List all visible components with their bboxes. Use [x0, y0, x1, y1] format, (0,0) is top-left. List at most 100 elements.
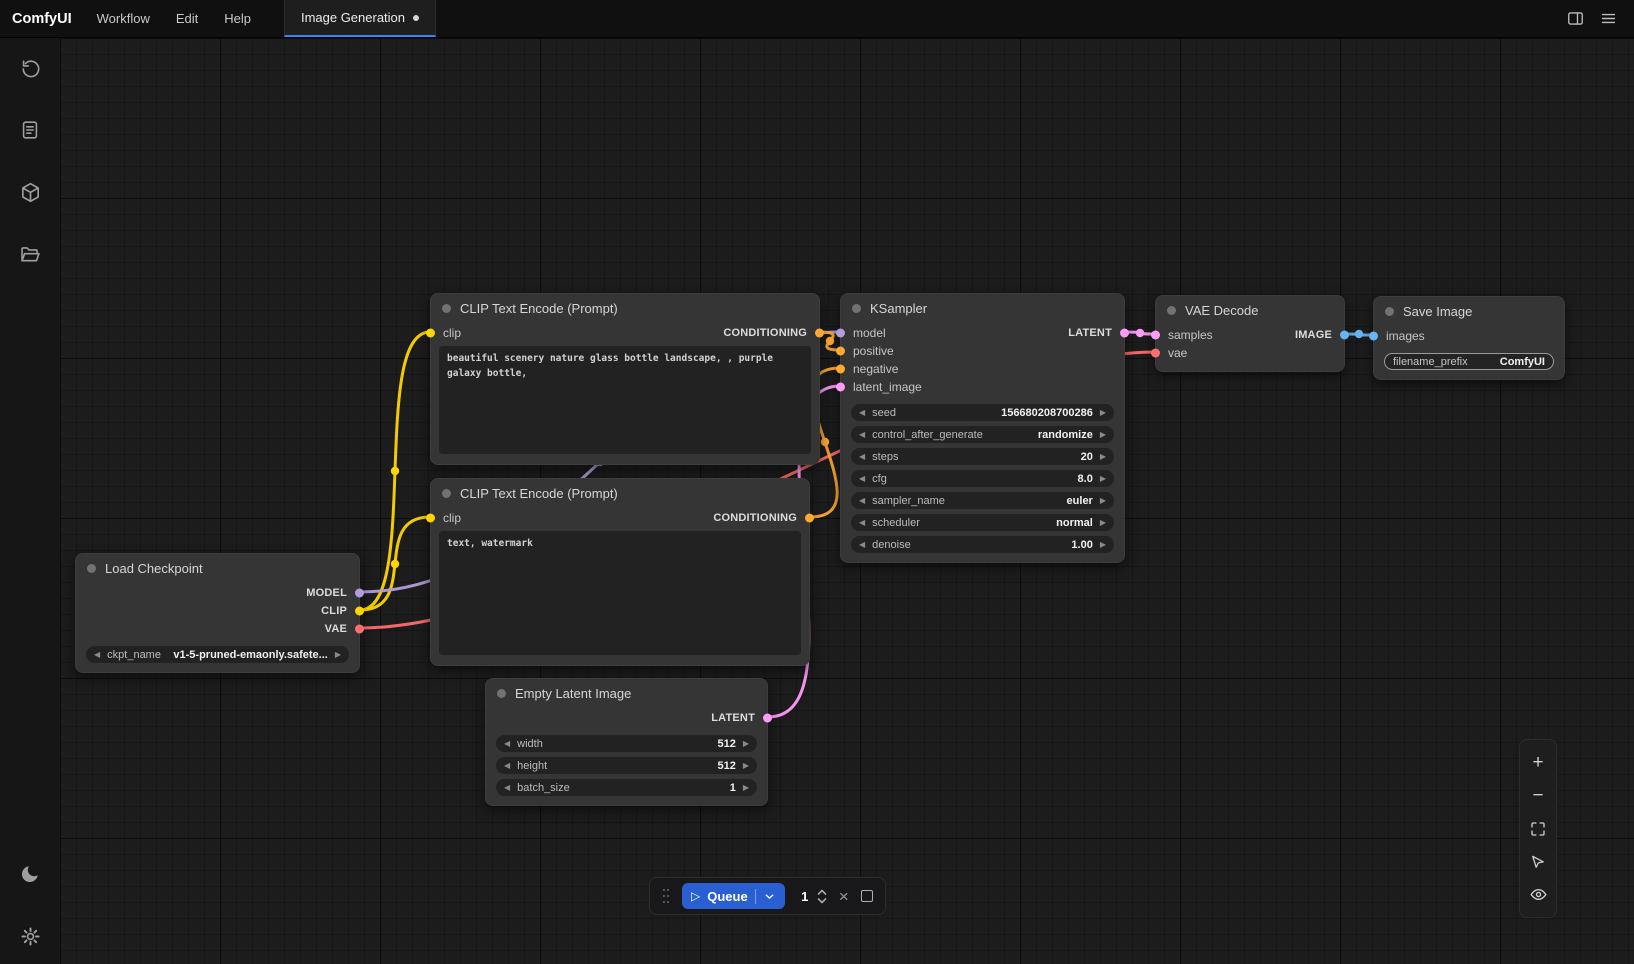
- increment-icon[interactable]: [817, 889, 827, 895]
- increment-icon[interactable]: ▶: [1100, 453, 1106, 461]
- prompt-textarea[interactable]: beautiful scenery nature glass bottle la…: [439, 346, 811, 454]
- panel-toggle-icon[interactable]: [1566, 9, 1585, 28]
- model-library-icon[interactable]: [18, 180, 42, 204]
- input-slot-latent-image[interactable]: [836, 383, 845, 392]
- settings-gear-icon[interactable]: [18, 924, 42, 948]
- menu-edit[interactable]: Edit: [165, 5, 209, 32]
- input-slot-negative[interactable]: [836, 365, 845, 374]
- increment-icon[interactable]: ▶: [1100, 519, 1106, 527]
- increment-icon[interactable]: ▶: [743, 784, 749, 792]
- node-header[interactable]: CLIP Text Encode (Prompt): [431, 294, 819, 322]
- widget-height[interactable]: ◀ height 512 ▶: [496, 757, 757, 774]
- node-header[interactable]: Empty Latent Image: [486, 679, 767, 707]
- widget-seed[interactable]: ◀ seed 156680208700286 ▶: [851, 404, 1114, 421]
- decrement-icon[interactable]: ◀: [504, 762, 510, 770]
- node-load-checkpoint[interactable]: Load Checkpoint MODEL CLIP VAE ◀ ckpt_na…: [75, 553, 360, 673]
- collapse-icon[interactable]: [497, 689, 506, 698]
- widget-filename-prefix[interactable]: filename_prefix ComfyUI: [1384, 353, 1554, 370]
- node-ksampler[interactable]: KSampler model LATENT positive negative …: [840, 293, 1125, 563]
- decrement-icon[interactable]: ◀: [859, 475, 865, 483]
- widget-scheduler[interactable]: ◀ scheduler normal ▶: [851, 514, 1114, 531]
- increment-icon[interactable]: ▶: [1100, 475, 1106, 483]
- node-clip-text-encode-negative[interactable]: CLIP Text Encode (Prompt) clip CONDITION…: [430, 478, 810, 666]
- input-slot-positive[interactable]: [836, 347, 845, 356]
- node-header[interactable]: VAE Decode: [1156, 296, 1344, 324]
- node-empty-latent-image[interactable]: Empty Latent Image LATENT ◀ width 512 ▶ …: [485, 678, 768, 806]
- decrement-icon[interactable]: ◀: [859, 431, 865, 439]
- node-library-icon[interactable]: [18, 118, 42, 142]
- workflows-folder-icon[interactable]: [18, 242, 42, 266]
- widget-steps[interactable]: ◀ steps 20 ▶: [851, 448, 1114, 465]
- increment-icon[interactable]: ▶: [743, 740, 749, 748]
- decrement-icon[interactable]: ◀: [504, 740, 510, 748]
- collapse-icon[interactable]: [1385, 307, 1394, 316]
- tab-image-generation[interactable]: Image Generation: [284, 0, 436, 37]
- batch-count-value[interactable]: 1: [797, 889, 813, 904]
- collapse-icon[interactable]: [87, 564, 96, 573]
- widget-ckpt-name[interactable]: ◀ ckpt_name v1-5-pruned-emaonly.safete..…: [86, 646, 349, 663]
- fit-view-button[interactable]: [1521, 812, 1555, 845]
- input-slot-clip[interactable]: [426, 329, 435, 338]
- zoom-in-button[interactable]: +: [1521, 746, 1555, 779]
- decrement-icon[interactable]: ◀: [859, 453, 865, 461]
- history-icon[interactable]: [18, 56, 42, 80]
- decrement-icon[interactable]: ◀: [859, 519, 865, 527]
- drag-handle-icon[interactable]: [662, 887, 670, 905]
- prompt-textarea[interactable]: text, watermark: [439, 531, 801, 655]
- widget-denoise[interactable]: ◀ denoise 1.00 ▶: [851, 536, 1114, 553]
- chevron-down-icon[interactable]: [763, 890, 776, 903]
- theme-toggle-moon-icon[interactable]: [18, 862, 42, 886]
- node-header[interactable]: Save Image: [1374, 297, 1564, 325]
- increment-icon[interactable]: ▶: [335, 651, 341, 659]
- decrement-icon[interactable]: ◀: [859, 497, 865, 505]
- toggle-links-button[interactable]: [1521, 878, 1555, 911]
- stop-icon[interactable]: [861, 890, 873, 902]
- clear-queue-icon[interactable]: ×: [839, 888, 849, 905]
- node-header[interactable]: Load Checkpoint: [76, 554, 359, 582]
- output-slot-vae[interactable]: [355, 625, 364, 634]
- input-slot-samples[interactable]: [1151, 331, 1160, 340]
- input-slot-vae[interactable]: [1151, 349, 1160, 358]
- widget-width[interactable]: ◀ width 512 ▶: [496, 735, 757, 752]
- collapse-icon[interactable]: [442, 489, 451, 498]
- decrement-icon[interactable]: [817, 898, 827, 904]
- node-header[interactable]: CLIP Text Encode (Prompt): [431, 479, 809, 507]
- increment-icon[interactable]: ▶: [743, 762, 749, 770]
- menu-workflow[interactable]: Workflow: [86, 5, 161, 32]
- input-slot-images[interactable]: [1369, 332, 1378, 341]
- widget-cfg[interactable]: ◀ cfg 8.0 ▶: [851, 470, 1114, 487]
- output-slot-conditioning[interactable]: [815, 329, 824, 338]
- widget-control-after-generate[interactable]: ◀ control_after_generate randomize ▶: [851, 426, 1114, 443]
- increment-icon[interactable]: ▶: [1100, 497, 1106, 505]
- decrement-icon[interactable]: ◀: [504, 784, 510, 792]
- node-save-image[interactable]: Save Image images filename_prefix ComfyU…: [1373, 296, 1565, 380]
- menu-help[interactable]: Help: [213, 5, 262, 32]
- collapse-icon[interactable]: [852, 304, 861, 313]
- widget-sampler-name[interactable]: ◀ sampler_name euler ▶: [851, 492, 1114, 509]
- slot-row: samples IMAGE: [1168, 326, 1332, 344]
- input-slot-model[interactable]: [836, 329, 845, 338]
- zoom-out-button[interactable]: −: [1521, 779, 1555, 812]
- output-slot-conditioning[interactable]: [805, 514, 814, 523]
- node-vae-decode[interactable]: VAE Decode samples IMAGE vae: [1155, 295, 1345, 372]
- output-slot-clip[interactable]: [355, 607, 364, 616]
- output-slot-model[interactable]: [355, 589, 364, 598]
- node-header[interactable]: KSampler: [841, 294, 1124, 322]
- select-mode-button[interactable]: [1521, 845, 1555, 878]
- collapse-icon[interactable]: [1167, 306, 1176, 315]
- input-slot-clip[interactable]: [426, 514, 435, 523]
- decrement-icon[interactable]: ◀: [859, 409, 865, 417]
- widget-batch-size[interactable]: ◀ batch_size 1 ▶: [496, 779, 757, 796]
- hamburger-menu-icon[interactable]: [1599, 9, 1618, 28]
- increment-icon[interactable]: ▶: [1100, 431, 1106, 439]
- node-clip-text-encode-positive[interactable]: CLIP Text Encode (Prompt) clip CONDITION…: [430, 293, 820, 465]
- output-slot-latent[interactable]: [1120, 329, 1129, 338]
- decrement-icon[interactable]: ◀: [859, 541, 865, 549]
- collapse-icon[interactable]: [442, 304, 451, 313]
- queue-button[interactable]: ▷ Queue: [682, 883, 785, 909]
- increment-icon[interactable]: ▶: [1100, 541, 1106, 549]
- output-slot-image[interactable]: [1340, 331, 1349, 340]
- decrement-icon[interactable]: ◀: [94, 651, 100, 659]
- increment-icon[interactable]: ▶: [1100, 409, 1106, 417]
- output-slot-latent[interactable]: [763, 714, 772, 723]
